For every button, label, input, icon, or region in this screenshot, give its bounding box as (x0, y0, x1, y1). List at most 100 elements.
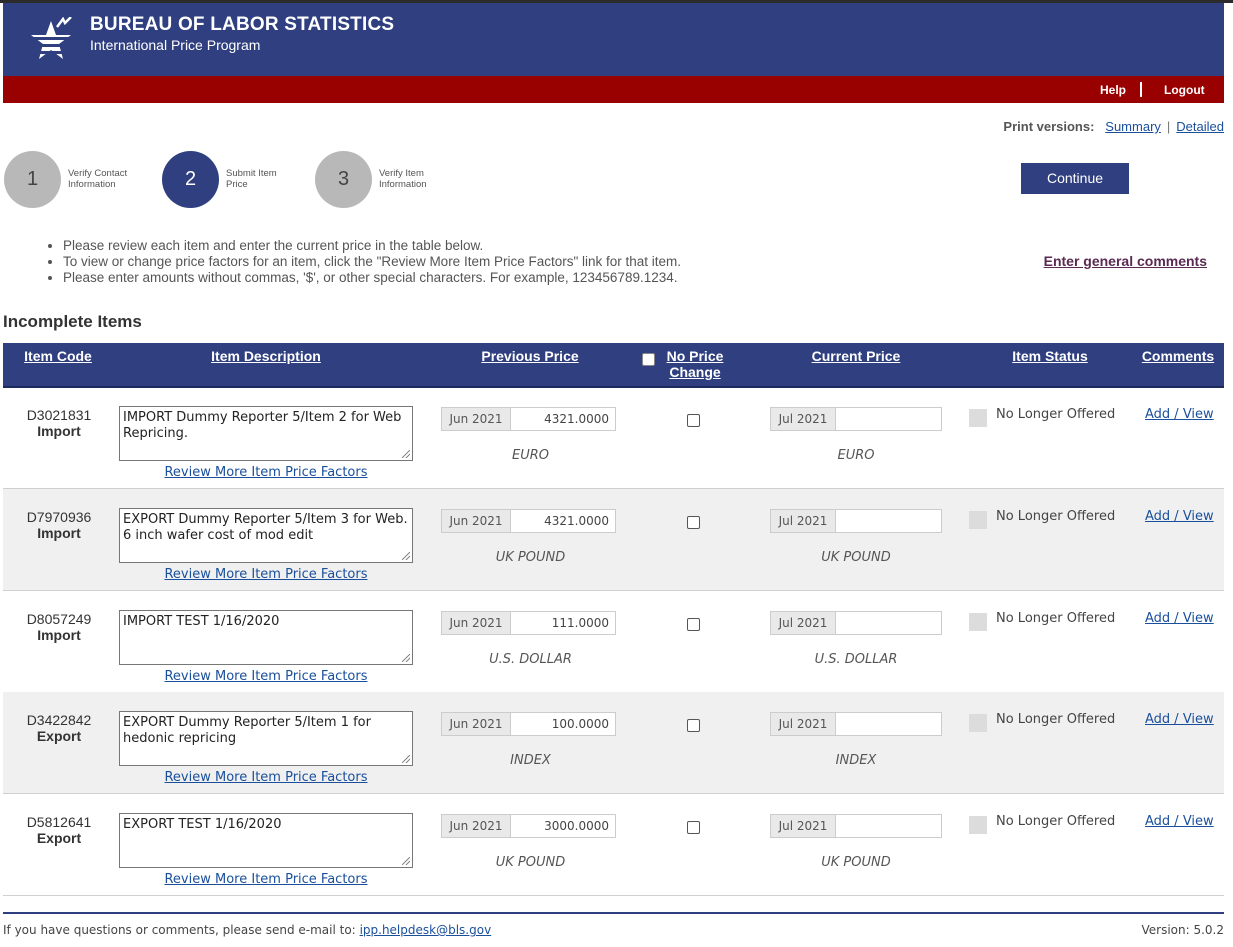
previous-price-unit: U.S. DOLLAR (489, 652, 572, 667)
review-price-factors-link[interactable]: Review More Item Price Factors (119, 465, 413, 480)
previous-price-value: 4321.0000 (510, 509, 616, 533)
previous-price-unit: INDEX (510, 753, 551, 768)
no-longer-offered-label: No Longer Offered (996, 407, 1116, 422)
item-description-textarea[interactable]: EXPORT Dummy Reporter 5/Item 1 for hedon… (119, 711, 413, 766)
bls-star-logo-icon (27, 17, 75, 59)
item-type: Import (37, 627, 81, 643)
instruction-item: To view or change price factors for an i… (63, 254, 681, 270)
no-price-change-checkbox[interactable] (687, 821, 700, 834)
current-price-period: Jul 2021 (770, 712, 836, 736)
previous-price-period: Jun 2021 (441, 509, 511, 533)
add-view-comments-link[interactable]: Add / View (1145, 407, 1214, 422)
item-description-textarea[interactable]: EXPORT TEST 1/16/2020 (119, 813, 413, 868)
no-price-change-checkbox[interactable] (687, 719, 700, 732)
item-code-cell: D7970936 Import (21, 509, 97, 541)
item-code: D8057249 (26, 611, 92, 627)
step-3-circle: 3 (315, 151, 372, 208)
add-view-comments-link[interactable]: Add / View (1145, 814, 1214, 829)
instruction-item: Please review each item and enter the cu… (63, 238, 681, 254)
no-longer-offered-checkbox[interactable] (969, 714, 987, 732)
previous-price-value: 111.0000 (510, 611, 616, 635)
no-longer-offered-label: No Longer Offered (996, 712, 1116, 727)
previous-price-value: 4321.0000 (510, 407, 616, 431)
item-description-textarea[interactable]: IMPORT Dummy Reporter 5/Item 2 for Web R… (119, 406, 413, 461)
site-header: BUREAU OF LABOR STATISTICS International… (3, 3, 1224, 76)
helpdesk-email-link[interactable]: ipp.helpdesk@bls.gov (360, 923, 492, 937)
previous-price-unit: UK POUND (495, 550, 566, 565)
add-view-comments-link[interactable]: Add / View (1145, 509, 1214, 524)
current-price-unit: EURO (837, 448, 875, 463)
previous-price-value: 3000.0000 (510, 814, 616, 838)
review-price-factors-link[interactable]: Review More Item Price Factors (119, 872, 413, 887)
print-versions: Print versions: Summary | Detailed (1003, 119, 1224, 134)
header-current-price[interactable]: Current Price (791, 348, 921, 364)
item-description-textarea[interactable]: EXPORT Dummy Reporter 5/Item 3 for Web. … (119, 508, 413, 563)
current-price-input[interactable] (835, 611, 942, 635)
review-price-factors-link[interactable]: Review More Item Price Factors (119, 669, 413, 684)
no-longer-offered-checkbox[interactable] (969, 613, 987, 631)
previous-price-period: Jun 2021 (441, 712, 511, 736)
no-longer-offered-checkbox[interactable] (969, 511, 987, 529)
footer-divider (3, 912, 1224, 914)
no-longer-offered-label: No Longer Offered (996, 509, 1116, 524)
step-1-label: Verify Contact Information (68, 168, 128, 190)
table-header: Item Code Item Description Previous Pric… (3, 343, 1224, 388)
current-price-unit: UK POUND (821, 550, 891, 565)
step-2-label: Submit Item Price (226, 168, 277, 190)
general-comments-link[interactable]: Enter general comments (1044, 253, 1207, 269)
version-label: Version: 5.0.2 (1141, 923, 1224, 937)
no-longer-offered-label: No Longer Offered (996, 814, 1116, 829)
program-subtitle: International Price Program (90, 37, 261, 53)
continue-button[interactable]: Continue (1021, 163, 1129, 194)
item-code-cell: D3422842 Export (21, 712, 97, 744)
header-item-description[interactable]: Item Description (166, 348, 366, 364)
print-summary-link[interactable]: Summary (1105, 119, 1161, 134)
current-price-period: Jul 2021 (770, 611, 836, 635)
header-no-price-change[interactable]: No Price Change (655, 348, 735, 380)
current-price-input[interactable] (835, 814, 942, 838)
item-code-cell: D8057249 Import (21, 611, 97, 643)
item-code: D3021831 (26, 407, 92, 423)
previous-price-unit: EURO (512, 448, 549, 463)
current-price-input[interactable] (835, 509, 942, 533)
add-view-comments-link[interactable]: Add / View (1145, 712, 1214, 727)
previous-price-period: Jun 2021 (441, 407, 511, 431)
step-1-circle: 1 (4, 151, 61, 208)
review-price-factors-link[interactable]: Review More Item Price Factors (119, 567, 413, 582)
current-price-input[interactable] (835, 407, 942, 431)
select-all-no-change-checkbox[interactable] (642, 353, 655, 366)
instructions-list: Please review each item and enter the cu… (45, 238, 681, 286)
header-item-code[interactable]: Item Code (13, 348, 103, 364)
no-longer-offered-checkbox[interactable] (969, 816, 987, 834)
add-view-comments-link[interactable]: Add / View (1145, 611, 1214, 626)
header-comments[interactable]: Comments (1135, 348, 1221, 364)
no-longer-offered-label: No Longer Offered (996, 611, 1116, 626)
item-code: D7970936 (26, 509, 92, 525)
no-price-change-checkbox[interactable] (687, 516, 700, 529)
review-price-factors-link[interactable]: Review More Item Price Factors (119, 770, 413, 785)
nav-divider (1140, 82, 1142, 97)
logout-link[interactable]: Logout (1164, 83, 1205, 97)
header-previous-price[interactable]: Previous Price (465, 348, 595, 364)
item-description-textarea[interactable]: IMPORT TEST 1/16/2020 (119, 610, 413, 665)
step-3-label: Verify Item Information (379, 168, 427, 190)
print-versions-label: Print versions: (1003, 119, 1095, 134)
no-price-change-checkbox[interactable] (687, 414, 700, 427)
section-title: Incomplete Items (3, 312, 142, 331)
current-price-unit: UK POUND (821, 855, 891, 870)
help-link[interactable]: Help (1100, 83, 1126, 97)
print-detailed-link[interactable]: Detailed (1176, 119, 1224, 134)
agency-title: BUREAU OF LABOR STATISTICS (90, 14, 395, 35)
previous-price-value: 100.0000 (510, 712, 616, 736)
no-price-change-checkbox[interactable] (687, 618, 700, 631)
item-type: Export (36, 728, 82, 744)
current-price-period: Jul 2021 (770, 407, 836, 431)
current-price-input[interactable] (835, 712, 942, 736)
nav-bar (3, 76, 1224, 103)
header-item-status[interactable]: Item Status (990, 348, 1110, 364)
item-code: D5812641 (26, 814, 92, 830)
no-longer-offered-checkbox[interactable] (969, 409, 987, 427)
table-row: D3422842 Export EXPORT Dummy Reporter 5/It… (3, 692, 1224, 794)
footer-text: If you have questions or comments, pleas… (3, 923, 356, 937)
item-code: D3422842 (26, 712, 92, 728)
